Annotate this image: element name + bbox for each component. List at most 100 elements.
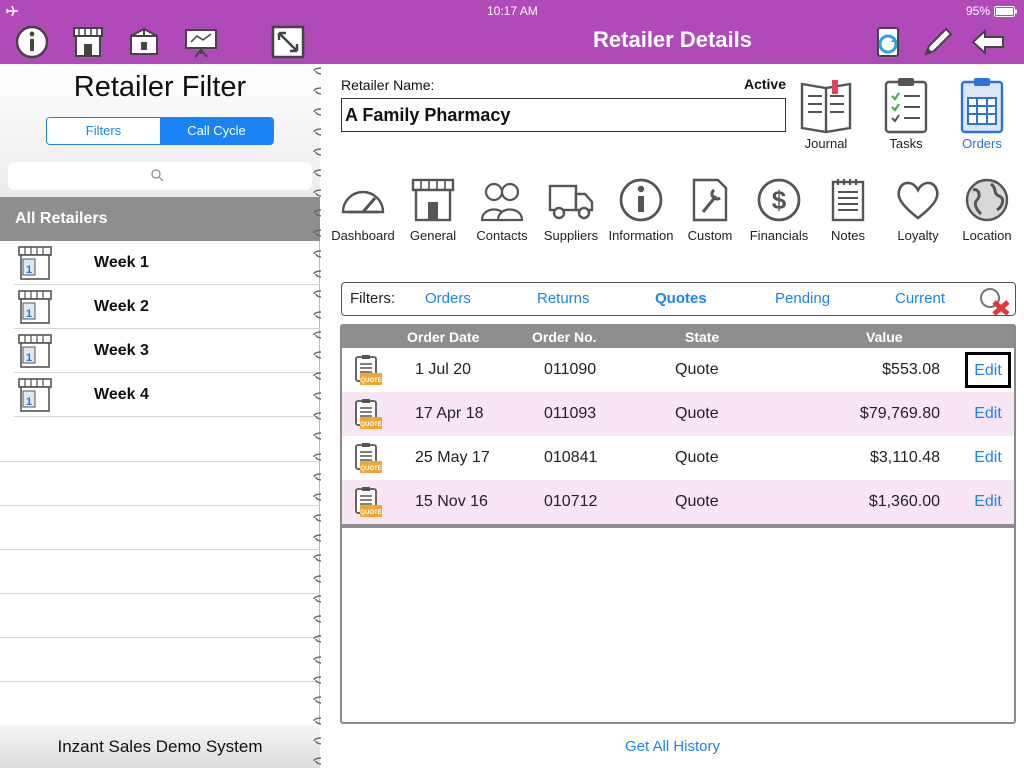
tasks-icon — [884, 78, 928, 134]
info-icon — [619, 178, 663, 222]
expand-icon[interactable] — [270, 24, 306, 60]
week-label: Week 4 — [94, 386, 149, 403]
nav-contacts[interactable]: Contacts — [466, 176, 538, 243]
back-arrow-icon[interactable] — [970, 24, 1006, 60]
nav-general[interactable]: General — [397, 176, 469, 243]
package-icon[interactable] — [126, 24, 162, 60]
nav-label: Suppliers — [543, 228, 599, 243]
divider — [0, 593, 320, 594]
week-label: Week 3 — [94, 342, 149, 359]
all-retailers-header[interactable]: All Retailers — [0, 197, 320, 241]
nav-label: Financials — [749, 228, 809, 243]
segment-filters[interactable]: Filters — [47, 118, 160, 144]
filter-quotes[interactable]: Quotes — [655, 283, 707, 315]
sync-icon[interactable] — [870, 24, 906, 60]
order-state: Quote — [675, 361, 719, 378]
list-item-week-1[interactable]: 1 Week 1 — [14, 241, 320, 285]
edit-button[interactable]: Edit — [965, 436, 1011, 480]
divider — [0, 681, 320, 682]
nav-label: Custom — [687, 228, 733, 243]
pencil-icon[interactable] — [920, 24, 956, 60]
divider — [0, 505, 320, 506]
search-icon — [151, 169, 164, 182]
list-item-week-2[interactable]: 1 Week 2 — [14, 285, 320, 329]
nav-dashboard[interactable]: Dashboard — [328, 176, 398, 243]
week-label: Week 1 — [94, 254, 149, 271]
nav-location[interactable]: Location — [951, 176, 1023, 243]
order-state: Quote — [675, 449, 719, 466]
list-item-week-4[interactable]: 1 Week 4 — [14, 373, 320, 417]
list-item-week-3[interactable]: 1 Week 3 — [14, 329, 320, 373]
divider — [0, 637, 320, 638]
clear-filter-icon[interactable] — [978, 286, 1010, 316]
edit-button[interactable]: Edit — [965, 352, 1011, 388]
quote-clipboard-icon: QUOTE — [355, 399, 382, 429]
dashboard-icon — [341, 190, 385, 214]
retailer-filter-panel: Retailer Filter Filters Call Cycle All R… — [0, 64, 320, 768]
filter-returns[interactable]: Returns — [537, 283, 590, 315]
svg-text:$: $ — [772, 185, 787, 215]
nav-information[interactable]: Information — [605, 176, 677, 243]
column-state[interactable]: State — [685, 329, 719, 345]
order-value: $1,360.00 — [868, 493, 940, 510]
svg-text:1: 1 — [26, 396, 32, 408]
filter-pending[interactable]: Pending — [775, 283, 830, 315]
notes-icon — [831, 179, 865, 222]
order-date: 25 May 17 — [415, 449, 490, 466]
orders-button[interactable]: Orders — [951, 76, 1013, 151]
journal-button[interactable]: Journal — [795, 76, 857, 151]
column-value[interactable]: Value — [866, 329, 903, 345]
orders-table: Order Date Order No. State Value QUOTE 1 … — [340, 324, 1016, 724]
nav-financials[interactable]: $ Financials — [743, 176, 815, 243]
get-all-history-link[interactable]: Get All History — [321, 738, 1024, 755]
dollar-icon: $ — [757, 178, 801, 222]
filter-current[interactable]: Current — [895, 283, 945, 315]
svg-text:1: 1 — [26, 264, 32, 276]
filter-title: Retailer Filter — [73, 71, 247, 103]
search-input[interactable] — [8, 162, 312, 190]
table-row[interactable]: QUOTE 17 Apr 18 011093 Quote $79,769.80 Edit — [342, 392, 1014, 436]
info-icon[interactable] — [14, 24, 50, 60]
nav-label: General — [409, 228, 457, 243]
tasks-button[interactable]: Tasks — [875, 76, 937, 151]
divider — [0, 549, 320, 550]
order-state: Quote — [675, 493, 719, 510]
order-number: 011090 — [544, 361, 597, 378]
nav-label: Dashboard — [331, 228, 395, 243]
divider — [0, 461, 320, 462]
edit-button[interactable]: Edit — [965, 392, 1011, 436]
store-calendar-icon: 1 — [18, 290, 52, 324]
retailer-details-panel: Retailer Name: Active Journal Tasks Orde… — [321, 64, 1024, 768]
order-number: 010712 — [544, 493, 598, 510]
nav-notes[interactable]: Notes — [812, 176, 884, 243]
order-date: 17 Apr 18 — [415, 405, 484, 422]
system-name-footer: Inzant Sales Demo System — [0, 725, 320, 768]
table-row[interactable]: QUOTE 15 Nov 16 010712 Quote $1,360.00 Edit — [342, 480, 1014, 524]
quote-icon-text: QUOTE — [360, 422, 381, 428]
nav-custom[interactable]: Custom — [674, 176, 746, 243]
quote-icon-text: QUOTE — [360, 378, 381, 384]
table-row[interactable]: QUOTE 25 May 17 010841 Quote $3,110.48 Edit — [342, 436, 1014, 480]
order-value: $553.08 — [882, 361, 940, 378]
retailer-name-field[interactable] — [341, 98, 786, 132]
nav-suppliers[interactable]: Suppliers — [535, 176, 607, 243]
order-state: Quote — [675, 405, 719, 422]
filter-orders[interactable]: Orders — [425, 283, 471, 315]
column-order-number[interactable]: Order No. — [532, 329, 597, 345]
wrench-document-icon — [692, 178, 728, 222]
store-calendar-icon: 1 — [18, 378, 52, 412]
status-battery: 95% — [966, 4, 991, 18]
journal-label: Journal — [804, 136, 848, 151]
store-icon[interactable] — [70, 24, 106, 60]
edit-button[interactable]: Edit — [965, 480, 1011, 524]
quote-icon-text: QUOTE — [360, 510, 381, 516]
quote-clipboard-icon: QUOTE — [355, 443, 382, 473]
column-order-date[interactable]: Order Date — [407, 329, 479, 345]
nav-label: Loyalty — [897, 228, 939, 243]
table-row[interactable]: QUOTE 1 Jul 20 011090 Quote $553.08 Edit — [342, 348, 1014, 392]
nav-loyalty[interactable]: Loyalty — [882, 176, 954, 243]
segment-call-cycle[interactable]: Call Cycle — [160, 118, 273, 144]
presentation-icon[interactable] — [183, 24, 219, 60]
order-date: 1 Jul 20 — [415, 361, 472, 378]
status-time: 10:17 AM — [487, 4, 538, 18]
